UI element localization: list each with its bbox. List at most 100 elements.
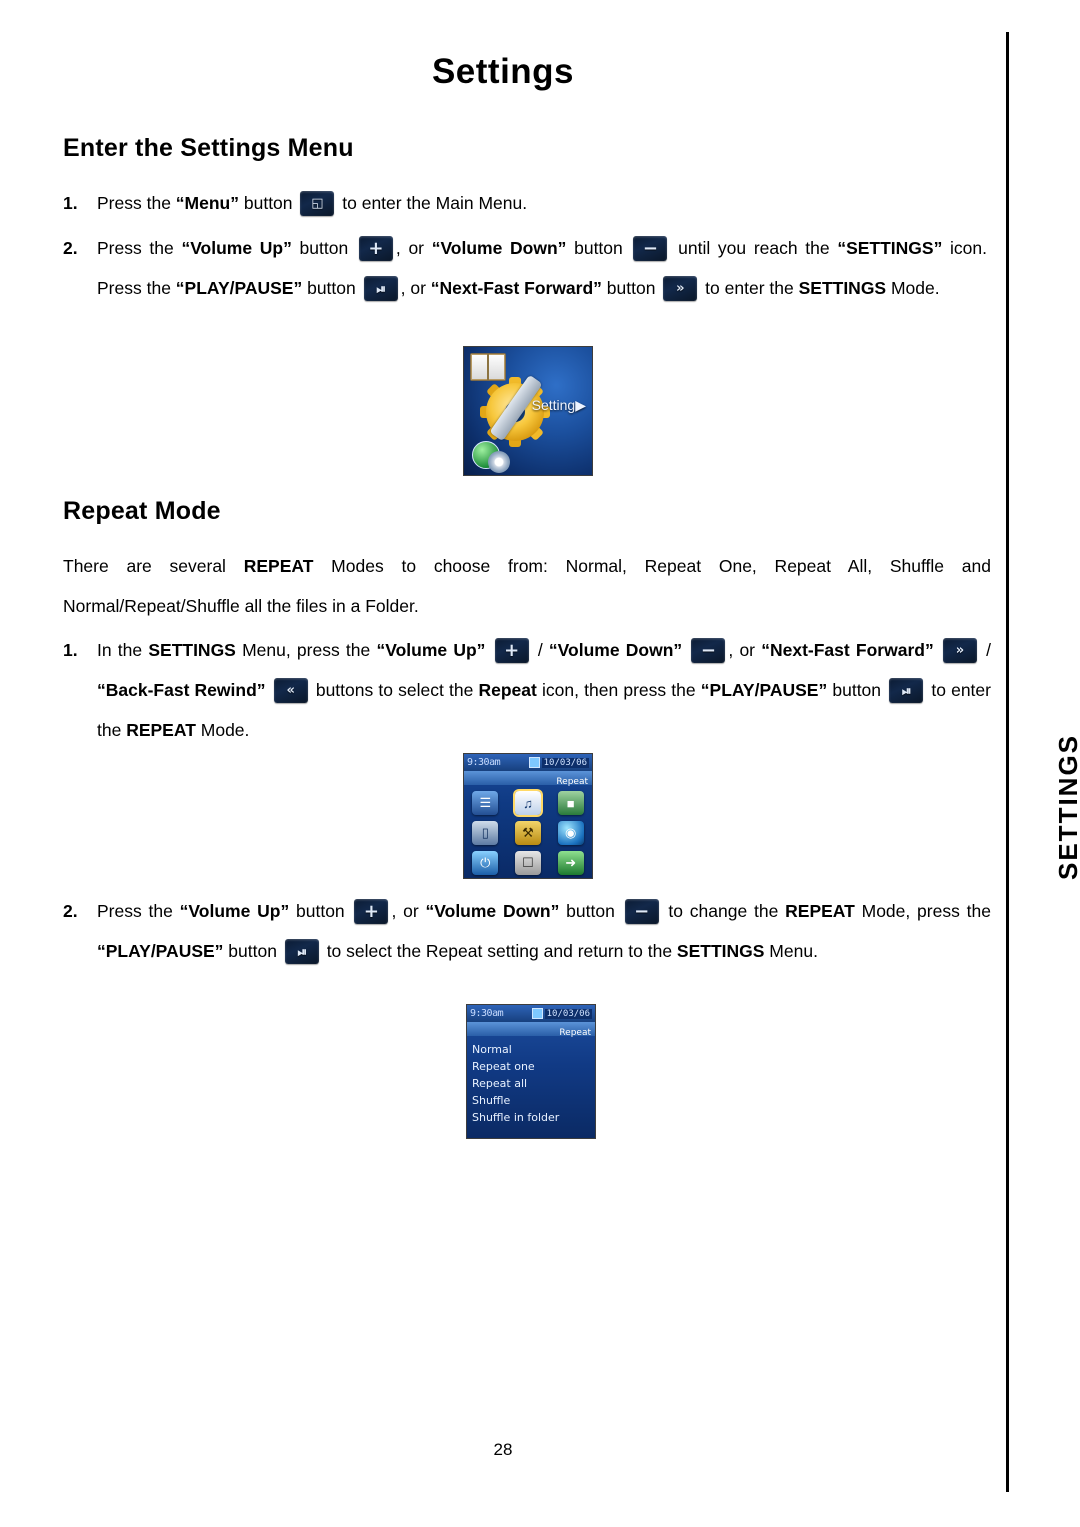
repeat-step2-voldown-label: “Volume Down” [425, 901, 560, 921]
enter-step2-playpause-label: “PLAY/PAUSE” [175, 278, 303, 298]
menu-button-icon: ◱ [300, 191, 335, 216]
play-pause-glyph: ⏯ [297, 944, 308, 959]
repeat-option-normal: Normal [472, 1043, 512, 1056]
section-heading-enter-settings: Enter the Settings Menu [63, 134, 354, 162]
settings-splash-arrow-icon: ▶ [575, 397, 586, 413]
repeat-step2-part-d: button [559, 901, 622, 921]
enter-step2-part-i: button [601, 278, 661, 298]
power-icon: ⏻ [472, 851, 499, 875]
repeat-step1-voldown-label: “Volume Down” [548, 640, 683, 660]
repeat-step2-part-c: , or [391, 901, 426, 921]
repeat-option-repeat-one: Repeat one [472, 1060, 535, 1073]
repeat-music-note-icon: ♫ [514, 791, 541, 815]
settings-splash-text: Setting [531, 397, 576, 413]
enter-step1-part-c: to enter the Main Menu. [337, 193, 528, 213]
next-fast-forward-button-icon: » [663, 276, 698, 301]
repeat-intro-repeat-label: REPEAT [243, 556, 314, 576]
volume-down-glyph: − [634, 900, 650, 922]
repeat-step2-settings-label: SETTINGS [676, 941, 765, 961]
menu-button-glyph: ◱ [311, 196, 324, 211]
repeat-step2-part-a: Press the [97, 901, 180, 921]
repeat-step1-part-h: Mode. [195, 720, 250, 740]
enter-step2-volup-label: “Volume Up” [181, 238, 292, 258]
enter-step-2-text: Press the “Volume Up” button + , or “Volu… [97, 228, 987, 308]
manual-page: Settings Enter the Settings Menu 1. Pres… [0, 0, 1080, 1527]
repeat-step1-part-c: , or [728, 640, 762, 660]
play-pause-glyph: ⏯ [901, 683, 912, 698]
repeat-option-shuffle-in-folder: Shuffle in folder [472, 1111, 560, 1124]
enter-step2-nextff-label: “Next-Fast Forward” [430, 278, 602, 298]
repeat-step-2-text: Press the “Volume Up” button + , or “Volu… [97, 891, 991, 971]
exit-icon: ➜ [557, 851, 584, 875]
volume-down-button-icon: − [624, 899, 659, 924]
volume-up-glyph: + [363, 900, 380, 922]
repeat-step-number-1: 1. [63, 640, 78, 660]
repeat-intro-part-1: There are several [63, 556, 244, 576]
enter-step1-part-b: button [239, 193, 298, 213]
screenshot-repeat-menu-grid: 9:30am 10/03/06 Repeat ☰ ♫ ■ ▯ ⚒ ◉ ⏻ ☐ ➜ [463, 753, 593, 879]
repeat-step-1-text: In the SETTINGS Menu, press the “Volume … [97, 630, 991, 750]
next-ff-glyph: » [676, 281, 685, 296]
next-ff-glyph: » [955, 643, 965, 658]
repeat-step2-part-e: to change the [661, 901, 786, 921]
repeat-list-time: 9:30am [470, 1008, 504, 1019]
repeat-grid-status-bar: 9:30am 10/03/06 [464, 754, 592, 771]
cd-icon [488, 451, 510, 473]
repeat-option-repeat-all: Repeat all [472, 1077, 528, 1090]
volume-down-button-icon: − [691, 638, 726, 663]
page-number: 28 [493, 1440, 513, 1459]
monitor-icon: ▯ [472, 821, 499, 845]
storage-icon: ☐ [514, 851, 541, 875]
screenshot-repeat-options-list: 9:30am 10/03/06 Repeat Normal Repeat one… [466, 1004, 596, 1139]
repeat-step1-slash-2: / [979, 640, 991, 660]
play-pause-glyph: ⏯ [376, 281, 386, 296]
play-pause-button-icon: ⏯ [363, 276, 398, 301]
repeat-grid-time: 9:30am [467, 757, 501, 768]
volume-up-button-icon: + [358, 236, 393, 261]
repeat-list-status-right: 10/03/06 [531, 1008, 592, 1019]
enter-step2-part-j: to [700, 278, 725, 298]
repeat-step2-playpause-label: “PLAY/PAUSE” [97, 941, 224, 961]
repeat-step2-part-b: button [289, 901, 352, 921]
back-fast-rewind-button-icon: « [273, 678, 308, 703]
enter-step2-part-e: until you reach the [670, 238, 838, 258]
language-globe-icon: ◉ [557, 821, 584, 845]
enter-step2-part-l: Mode. [886, 278, 940, 298]
repeat-grid-date: 10/03/06 [541, 757, 589, 768]
repeat-step1-part-d: buttons to select the [310, 680, 479, 700]
repeat-step1-backrew-label: “Back-Fast Rewind” [97, 680, 266, 700]
battery-icon [531, 1008, 543, 1019]
enter-step-1-text: Press the “Menu” button ◱ to enter the M… [97, 183, 997, 223]
repeat-option-shuffle: Shuffle [472, 1094, 511, 1107]
enter-step1-part-a: Press the [97, 193, 176, 213]
repeat-grid-icons: ☰ ♫ ■ ▯ ⚒ ◉ ⏻ ☐ ➜ [464, 788, 592, 878]
repeat-step2-repeat-label: REPEAT [785, 901, 855, 921]
repeat-options-list: Normal Repeat one Repeat all Shuffle Shu… [467, 1039, 595, 1138]
repeat-list-date: 10/03/06 [544, 1008, 592, 1019]
play-pause-button-icon: ⏯ [889, 678, 924, 703]
enter-step2-part-g: button [302, 278, 361, 298]
repeat-step1-part-b: Menu, press the [235, 640, 377, 660]
volume-up-glyph: + [504, 639, 520, 661]
enter-step2-part-h: , or [400, 278, 431, 298]
enter-step2-part-a: Press the [97, 238, 182, 258]
section-heading-repeat-mode: Repeat Mode [63, 497, 221, 525]
repeat-step2-part-i: Menu. [764, 941, 818, 961]
repeat-list-title: Repeat [559, 1028, 591, 1038]
enter-step2-voldown-label: “Volume Down” [431, 238, 567, 258]
display-icon: ■ [557, 791, 584, 815]
enter-step2-part-k: enter the [724, 278, 799, 298]
enter-step1-menu-label: “Menu” [175, 193, 239, 213]
screenshot-settings-splash: Setting▶ [463, 346, 593, 476]
next-fast-forward-button-icon: » [942, 638, 977, 663]
volume-down-glyph: − [642, 237, 658, 259]
enter-step2-settings-label: “SETTINGS” [837, 238, 943, 258]
repeat-step2-part-f: Mode, press the [854, 901, 991, 921]
repeat-step1-nextff-label: “Next-Fast Forward” [761, 640, 934, 660]
volume-down-button-icon: − [633, 236, 668, 261]
repeat-step2-part-g: button [223, 941, 282, 961]
volume-up-button-icon: + [354, 899, 389, 924]
side-tab-settings: SETTINGS [1053, 733, 1080, 880]
repeat-step1-part-e: icon, then press the [536, 680, 701, 700]
repeat-step1-part-a: In the [97, 640, 149, 660]
